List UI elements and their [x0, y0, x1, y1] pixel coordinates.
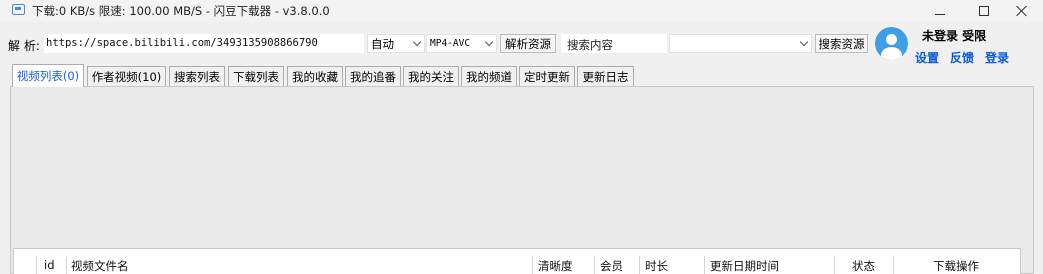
tab-my-channels[interactable]: 我的频道: [461, 66, 517, 86]
login-link[interactable]: 登录: [985, 49, 1009, 66]
format-select[interactable]: MP4-AVC: [426, 34, 497, 53]
column-header-vip[interactable]: 会员: [600, 258, 623, 274]
mode-select[interactable]: 自动: [367, 34, 425, 53]
tab-scheduled-update[interactable]: 定时更新: [519, 66, 575, 86]
column-header-id[interactable]: id: [44, 258, 55, 274]
chevron-down-icon: [797, 35, 811, 52]
login-status: 未登录 受限: [922, 29, 987, 43]
column-divider[interactable]: [36, 256, 37, 274]
tab-my-favorites[interactable]: 我的收藏: [287, 66, 343, 86]
parse-button[interactable]: 解析资源: [500, 34, 556, 53]
tab-author-videos[interactable]: 作者视频(10): [87, 66, 166, 86]
app-icon: [12, 4, 25, 15]
tab-changelog[interactable]: 更新日志: [577, 66, 634, 86]
title-bar: 下载:0 KB/s 限速: 100.00 MB/S - 闪豆下载器 - v3.8…: [0, 0, 1043, 22]
avatar[interactable]: [875, 27, 908, 60]
settings-link[interactable]: 设置: [915, 49, 939, 66]
minimize-icon: [935, 13, 945, 15]
user-icon: [886, 34, 897, 45]
column-header-download-action[interactable]: 下载操作: [933, 258, 979, 274]
minimize-button[interactable]: [918, 0, 962, 22]
column-header-status[interactable]: 状态: [852, 258, 875, 274]
search-button[interactable]: 搜索资源: [815, 34, 868, 53]
tab-my-bangumi[interactable]: 我的追番: [345, 66, 401, 86]
tab-my-following[interactable]: 我的关注: [403, 66, 459, 86]
format-select-value: MP4-AVC: [430, 38, 471, 49]
tab-download-list[interactable]: 下载列表: [228, 66, 284, 86]
content-panel: [10, 86, 1034, 274]
column-header-duration[interactable]: 时长: [645, 258, 668, 274]
column-header-quality[interactable]: 清晰度: [538, 258, 573, 274]
maximize-icon: [979, 6, 989, 16]
feedback-link[interactable]: 反馈: [950, 49, 974, 66]
column-header-filename[interactable]: 视频文件名: [71, 258, 129, 274]
window-title: 下载:0 KB/s 限速: 100.00 MB/S - 闪豆下载器 - v3.8…: [32, 4, 330, 18]
column-header-updated[interactable]: 更新日期时间: [710, 258, 779, 274]
column-divider[interactable]: [639, 256, 640, 274]
close-button[interactable]: [1000, 0, 1043, 22]
search-input[interactable]: 搜索内容: [561, 34, 667, 53]
url-input[interactable]: https://space.bilibili.com/3493135908866…: [44, 34, 364, 53]
tab-video-list[interactable]: 视频列表(0): [12, 64, 84, 87]
column-divider[interactable]: [704, 256, 705, 274]
chevron-down-icon: [482, 35, 496, 52]
mode-select-value: 自动: [371, 36, 394, 51]
parse-label: 解 析:: [8, 39, 40, 53]
tab-search-list[interactable]: 搜索列表: [169, 66, 225, 86]
column-divider[interactable]: [66, 256, 67, 274]
user-icon-body: [881, 47, 902, 60]
column-divider[interactable]: [893, 256, 894, 274]
column-divider[interactable]: [532, 256, 533, 274]
search-source-select[interactable]: [669, 34, 812, 53]
column-divider[interactable]: [594, 256, 595, 274]
column-divider[interactable]: [834, 256, 835, 274]
close-icon: [1016, 5, 1028, 17]
chevron-down-icon: [410, 35, 424, 52]
